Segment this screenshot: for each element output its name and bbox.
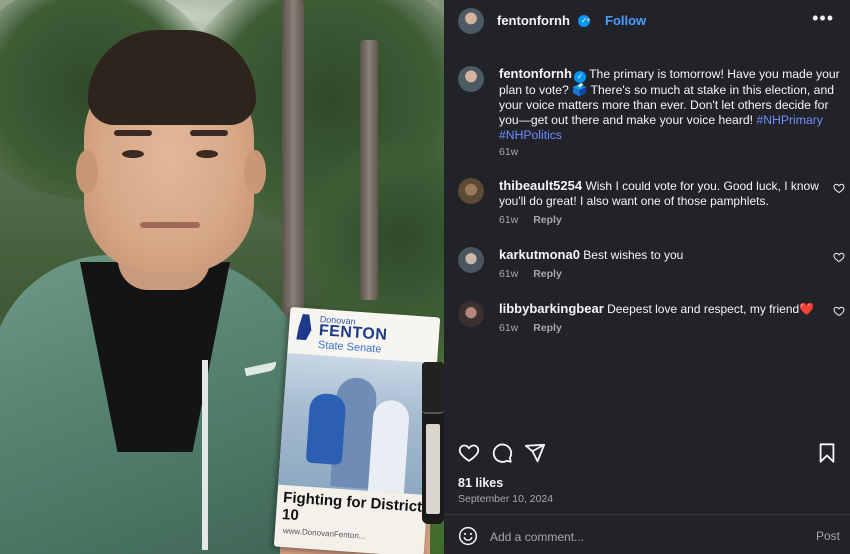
verified-badge-icon: ✓ xyxy=(573,71,586,83)
person-brow xyxy=(190,130,228,136)
comment-username[interactable]: karkutmona0 xyxy=(499,247,580,262)
comment-text: Best wishes to you xyxy=(583,248,684,262)
comment-username[interactable]: thibeault5254 xyxy=(499,178,582,193)
emoji-icon[interactable] xyxy=(458,526,478,546)
reply-button[interactable]: Reply xyxy=(533,322,562,334)
comment-meta: 61w Reply xyxy=(499,268,562,280)
pamphlet-slogan: Fighting for District 10 xyxy=(281,489,423,525)
bookmark-icon[interactable] xyxy=(816,442,838,464)
comment-meta: 61w Reply xyxy=(499,322,562,334)
post-photo: Donovan FENTON State Senate Fighting for… xyxy=(0,0,444,554)
comment-meta: 61w Reply xyxy=(499,214,562,226)
comment-body: libbybarkingbear Deepest love and respec… xyxy=(499,301,821,317)
caption-username[interactable]: fentonfornh xyxy=(499,66,572,81)
author-avatar[interactable] xyxy=(458,8,484,34)
pamphlet-family-photo xyxy=(278,352,437,496)
heart-icon[interactable] xyxy=(458,442,480,464)
person-eye xyxy=(196,150,218,158)
comment-time: 61w xyxy=(499,322,519,334)
tree-trunk xyxy=(360,40,378,300)
marker-label xyxy=(426,424,440,514)
author-username[interactable]: fentonfornh xyxy=(497,13,570,28)
divider xyxy=(444,514,850,515)
post-timestamp: 61w xyxy=(499,146,519,158)
comment-time: 61w xyxy=(499,268,519,280)
comment-input[interactable] xyxy=(490,528,780,546)
share-icon[interactable] xyxy=(524,442,546,464)
sharpie-marker xyxy=(422,362,444,524)
post-caption: fentonfornh ✓ The primary is tomorrow! Ha… xyxy=(499,66,843,143)
jacket-zipper xyxy=(202,360,208,550)
person-mouth xyxy=(140,222,200,228)
pamphlet-person xyxy=(367,399,411,494)
add-comment-bar: Post xyxy=(458,526,840,550)
post-panel: fentonfornh ✓ • Follow ••• fentonfornh ✓ … xyxy=(444,0,850,554)
comment-text: Deepest love and respect, my friend❤️ xyxy=(607,302,815,316)
header-separator: • xyxy=(586,12,591,27)
pamphlet-child xyxy=(305,392,347,466)
more-options-icon[interactable]: ••• xyxy=(812,8,834,29)
post-action-bar xyxy=(458,442,838,466)
comment-body: karkutmona0 Best wishes to you xyxy=(499,247,821,263)
likes-count[interactable]: 81 likes xyxy=(458,476,503,490)
comment-like-icon[interactable] xyxy=(833,251,845,263)
caption-avatar[interactable] xyxy=(458,66,484,92)
commenter-avatar[interactable] xyxy=(458,301,484,327)
reply-button[interactable]: Reply xyxy=(533,268,562,280)
post-date: September 10, 2024 xyxy=(458,493,554,505)
person-ear xyxy=(244,150,266,194)
comment-like-icon[interactable] xyxy=(833,305,845,317)
hashtag-link[interactable]: #NHPrimary xyxy=(756,113,822,127)
hashtag-link[interactable]: #NHPolitics xyxy=(499,128,562,142)
commenter-avatar[interactable] xyxy=(458,178,484,204)
post-header: fentonfornh ✓ • Follow ••• xyxy=(458,8,838,34)
commenter-avatar[interactable] xyxy=(458,247,484,273)
follow-button[interactable]: Follow xyxy=(605,13,646,28)
comment-body: thibeault5254 Wish I could vote for you.… xyxy=(499,178,821,209)
person-brow xyxy=(114,130,152,136)
marker-cap xyxy=(422,362,444,414)
comment-username[interactable]: libbybarkingbear xyxy=(499,301,604,316)
person-eye xyxy=(122,150,144,158)
pamphlet-url: www.DonovanFenton... xyxy=(282,526,366,541)
reply-button[interactable]: Reply xyxy=(533,214,562,226)
campaign-pamphlet: Donovan FENTON State Senate Fighting for… xyxy=(273,307,441,554)
person-ear xyxy=(76,150,98,194)
post-comment-button[interactable]: Post xyxy=(816,529,840,543)
tree-trunk xyxy=(282,0,304,330)
comment-icon[interactable] xyxy=(491,442,513,464)
comment-like-icon[interactable] xyxy=(833,182,845,194)
comment-time: 61w xyxy=(499,214,519,226)
